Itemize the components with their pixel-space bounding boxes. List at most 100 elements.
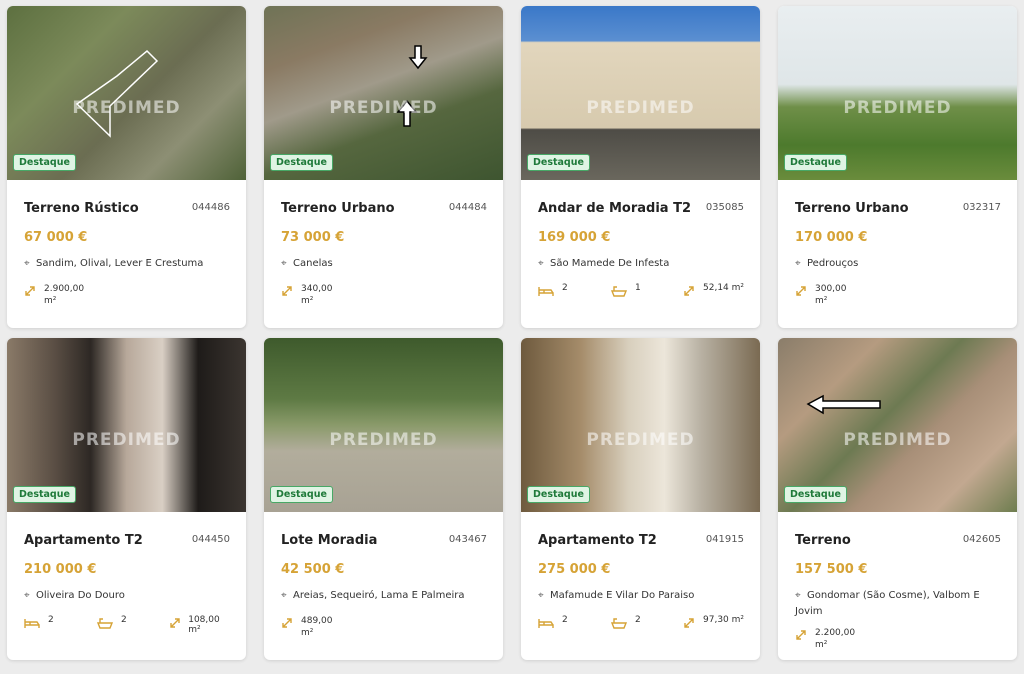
- listing-title[interactable]: Lote Moradia: [281, 533, 377, 548]
- listing-photo[interactable]: PREDIMED Destaque: [7, 338, 246, 512]
- area-value: 52,14 m²: [703, 283, 745, 293]
- listing-card[interactable]: PREDIMED Destaque Terreno Rústico 044486…: [7, 6, 246, 328]
- bed-icon: [24, 619, 40, 628]
- listing-title[interactable]: Andar de Moradia T2: [538, 201, 691, 216]
- area-value: 108,00 m²: [188, 615, 220, 635]
- listing-card[interactable]: PREDIMED Destaque Apartamento T2 041915 …: [521, 338, 760, 660]
- watermark: PREDIMED: [72, 98, 181, 118]
- bath-icon: [97, 618, 113, 629]
- area-feature: 340,00 m²: [281, 283, 333, 307]
- listing-reference: 044486: [191, 202, 230, 213]
- listing-location: ⌖ Mafamude E Vilar Do Paraiso: [538, 588, 748, 604]
- bedrooms-count: 2: [562, 615, 568, 625]
- area-expand-icon: [684, 618, 694, 628]
- watermark: PREDIMED: [843, 98, 952, 118]
- featured-badge: Destaque: [270, 486, 333, 503]
- area-feature: 489,00 m²: [281, 615, 333, 639]
- listing-reference: 042605: [962, 534, 1001, 545]
- bath-icon: [611, 286, 627, 297]
- area-value: 300,00: [815, 284, 847, 294]
- location-pin-icon: ⌖: [538, 590, 544, 601]
- listing-card[interactable]: PREDIMED Destaque Terreno Urbano 032317 …: [778, 6, 1017, 328]
- bathrooms-count: 2: [635, 615, 641, 625]
- listing-price: 67 000 €: [24, 230, 88, 245]
- area-value: 97,30 m²: [703, 615, 745, 625]
- area-expand-icon: [25, 286, 35, 296]
- area-feature: 108,00 m²: [169, 615, 232, 635]
- listing-title[interactable]: Apartamento T2: [24, 533, 143, 548]
- listing-card[interactable]: PREDIMED Destaque Terreno Urbano 044484 …: [264, 6, 503, 328]
- listing-price: 42 500 €: [281, 562, 345, 577]
- watermark: PREDIMED: [329, 98, 438, 118]
- listing-features: 340,00 m²: [281, 283, 489, 313]
- area-feature: 52,14 m²: [683, 283, 744, 297]
- watermark: PREDIMED: [329, 430, 438, 450]
- area-expand-icon: [282, 286, 292, 296]
- listing-photo[interactable]: PREDIMED Destaque: [7, 6, 246, 180]
- watermark: PREDIMED: [72, 430, 181, 450]
- bathrooms-feature: 2: [611, 615, 641, 629]
- area-unit: m²: [301, 628, 314, 638]
- watermark: PREDIMED: [586, 430, 695, 450]
- listing-location: ⌖ Sandim, Olival, Lever E Crestuma: [24, 256, 234, 272]
- listing-title[interactable]: Terreno Rústico: [24, 201, 139, 216]
- location-pin-icon: ⌖: [24, 258, 30, 269]
- listing-features: 489,00 m²: [281, 615, 489, 645]
- watermark: PREDIMED: [586, 98, 695, 118]
- area-expand-icon: [796, 286, 806, 296]
- listing-card[interactable]: PREDIMED Destaque Apartamento T2 044450 …: [7, 338, 246, 660]
- bed-icon: [538, 619, 554, 628]
- location-pin-icon: ⌖: [281, 258, 287, 269]
- listing-card[interactable]: PREDIMED Destaque Lote Moradia 043467 42…: [264, 338, 503, 660]
- listing-photo[interactable]: PREDIMED Destaque: [778, 338, 1017, 512]
- bedrooms-feature: 2: [538, 615, 568, 629]
- area-feature: 2.900,00 m²: [24, 283, 84, 307]
- location-pin-icon: ⌖: [795, 590, 801, 601]
- listing-reference: 044450: [191, 534, 230, 545]
- featured-badge: Destaque: [13, 154, 76, 171]
- listing-price: 169 000 €: [538, 230, 611, 245]
- watermark: PREDIMED: [843, 430, 952, 450]
- listing-price: 275 000 €: [538, 562, 611, 577]
- listing-photo[interactable]: PREDIMED Destaque: [778, 6, 1017, 180]
- listing-photo[interactable]: PREDIMED Destaque: [521, 6, 760, 180]
- listing-photo[interactable]: PREDIMED Destaque: [521, 338, 760, 512]
- area-value: 2.200,00: [815, 628, 856, 638]
- bathrooms-feature: 1: [611, 283, 641, 297]
- listing-location: ⌖ Pedrouços: [795, 256, 1005, 272]
- listing-photo[interactable]: PREDIMED Destaque: [264, 338, 503, 512]
- bathrooms-feature: 2: [97, 615, 127, 629]
- area-value: 489,00: [301, 616, 333, 626]
- featured-badge: Destaque: [270, 154, 333, 171]
- listings-grid: PREDIMED Destaque Terreno Rústico 044486…: [0, 0, 1024, 674]
- area-feature: 2.200,00 m²: [795, 627, 855, 651]
- listing-card[interactable]: PREDIMED Destaque Andar de Moradia T2 03…: [521, 6, 760, 328]
- listing-title[interactable]: Terreno Urbano: [281, 201, 395, 216]
- area-expand-icon: [684, 286, 694, 296]
- listing-price: 157 500 €: [795, 562, 868, 577]
- bedrooms-feature: 2: [538, 283, 568, 297]
- bedrooms-count: 2: [48, 615, 54, 625]
- listing-reference: 041915: [705, 534, 744, 545]
- area-expand-icon: [796, 630, 806, 640]
- listing-reference: 043467: [448, 534, 487, 545]
- featured-badge: Destaque: [527, 486, 590, 503]
- bathrooms-count: 1: [635, 283, 641, 293]
- location-pin-icon: ⌖: [24, 590, 30, 601]
- area-unit: m²: [815, 640, 828, 650]
- bath-icon: [611, 618, 627, 629]
- listing-reference: 044484: [448, 202, 487, 213]
- area-feature: 97,30 m²: [683, 615, 744, 629]
- listing-title[interactable]: Terreno Urbano: [795, 201, 909, 216]
- listing-card[interactable]: PREDIMED Destaque Terreno 042605 157 500…: [778, 338, 1017, 660]
- listing-features: 2.900,00 m²: [24, 283, 232, 313]
- listing-title[interactable]: Terreno: [795, 533, 851, 548]
- listing-location: ⌖ Oliveira Do Douro: [24, 588, 234, 604]
- area-expand-icon: [282, 618, 292, 628]
- featured-badge: Destaque: [527, 154, 590, 171]
- listing-features: 2.200,00 m²: [795, 627, 1003, 657]
- listing-photo[interactable]: PREDIMED Destaque: [264, 6, 503, 180]
- area-unit: m²: [815, 296, 828, 306]
- listing-location: ⌖ Gondomar (São Cosme), Valbom E Jovim: [795, 590, 980, 617]
- listing-title[interactable]: Apartamento T2: [538, 533, 657, 548]
